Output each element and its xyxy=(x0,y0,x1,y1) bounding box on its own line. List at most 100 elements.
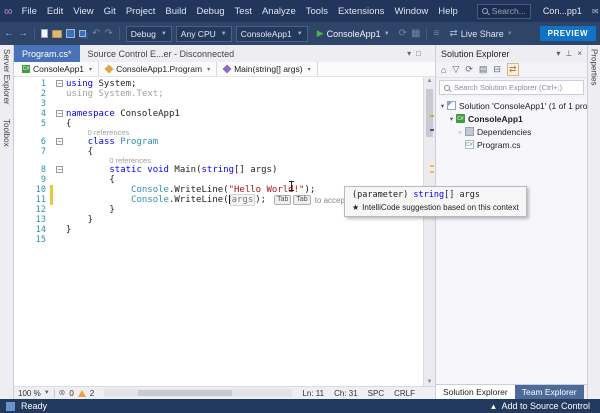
menu-test[interactable]: Test xyxy=(230,6,257,17)
back-icon[interactable]: ← xyxy=(4,29,14,39)
chevron-expanded-icon[interactable]: ▾ xyxy=(447,115,456,123)
code-line[interactable]: 5{ xyxy=(14,119,435,129)
code-line[interactable]: 14} xyxy=(14,225,435,235)
background-tasks-icon[interactable] xyxy=(6,402,15,411)
tree-item-program-cs[interactable]: C#Program.cs xyxy=(436,138,587,151)
save-all-icon[interactable] xyxy=(79,30,86,37)
breadcrumb-class[interactable]: ConsoleApp1.Program▾ xyxy=(99,62,217,76)
tree-item-dependencies[interactable]: ▹Dependencies xyxy=(436,125,587,138)
filter-icon[interactable]: ▽ xyxy=(452,64,459,75)
code-line[interactable]: 8– static void Main(string[] args) xyxy=(14,165,435,175)
tab-team-explorer[interactable]: Team Explorer xyxy=(515,385,584,399)
codelens-row[interactable]: 0 references xyxy=(14,129,435,137)
document-dropdown-icon[interactable]: ▾ xyxy=(407,49,411,58)
menu-tools[interactable]: Tools xyxy=(301,6,333,17)
eol-indicator[interactable]: CRLF xyxy=(394,389,415,398)
tab-source-control-explorer[interactable]: Source Control E...er - Disconnected xyxy=(80,45,243,62)
scrollbar-thumb[interactable] xyxy=(138,390,232,396)
code-line[interactable]: 1–using System; xyxy=(14,79,435,89)
quick-search-box[interactable]: Search... xyxy=(477,4,531,19)
scroll-up-icon[interactable]: ▲ xyxy=(424,78,435,84)
menu-build[interactable]: Build xyxy=(160,6,191,17)
tree-item-solution-consoleapp1-1-of-1-project[interactable]: ▾Solution 'ConsoleApp1' (1 of 1 project) xyxy=(436,99,587,112)
code-line[interactable]: 2using System.Text; xyxy=(14,89,435,99)
code-lines: 1–using System;2using System.Text;34–nam… xyxy=(14,79,435,245)
new-file-icon[interactable] xyxy=(41,29,48,38)
configuration-combo[interactable]: Debug▼ xyxy=(126,26,172,42)
code-editor[interactable]: 1–using System;2using System.Text;34–nam… xyxy=(14,77,435,386)
start-debugging-button[interactable]: ▶ ConsoleApp1 ▼ xyxy=(312,25,395,43)
sync-with-active-document-icon[interactable]: ⇄ xyxy=(507,63,519,76)
add-to-source-control[interactable]: ▲ Add to Source Control xyxy=(490,401,594,411)
collapse-toggle-icon[interactable]: – xyxy=(56,138,63,145)
menu-debug[interactable]: Debug xyxy=(192,6,230,17)
scroll-down-icon[interactable]: ▼ xyxy=(424,379,435,385)
solution-search-box[interactable]: Search Solution Explorer (Ctrl+;) xyxy=(439,80,584,95)
undo-icon[interactable]: ↶ xyxy=(92,29,100,39)
solution-explorer-header[interactable]: Solution Explorer ▾⊥× xyxy=(436,45,587,62)
live-share-label: Live Share xyxy=(461,29,504,39)
menu-bar: FileEditViewGitProjectBuildDebugTestAnal… xyxy=(17,6,463,17)
menu-git[interactable]: Git xyxy=(99,6,121,17)
redo-icon[interactable]: ↷ xyxy=(104,29,112,39)
save-icon[interactable] xyxy=(66,29,75,38)
close-icon[interactable]: × xyxy=(577,49,582,58)
tree-item-label: Program.cs xyxy=(477,140,520,150)
startup-project-combo[interactable]: ConsoleApp1▼ xyxy=(236,26,308,42)
menu-view[interactable]: View xyxy=(68,6,98,17)
tool-tab-properties[interactable]: Properties xyxy=(590,49,599,85)
zoom-control[interactable]: 100 % ▼ xyxy=(18,389,50,398)
vertical-scrollbar[interactable]: ▲ ▼ xyxy=(423,77,435,386)
menu-edit[interactable]: Edit xyxy=(42,6,68,17)
warnings-icon[interactable] xyxy=(78,390,86,397)
collapse-all-icon[interactable]: ⊟ xyxy=(493,64,501,75)
code-line[interactable]: 9 { xyxy=(14,175,435,185)
tool-tab-toolbox[interactable]: Toolbox xyxy=(2,119,11,147)
menu-extensions[interactable]: Extensions xyxy=(333,6,389,17)
code-line[interactable]: 3 xyxy=(14,99,435,109)
chevron-down-icon: ▾ xyxy=(308,66,311,73)
code-line[interactable]: 4–namespace ConsoleApp1 xyxy=(14,109,435,119)
collapse-toggle-icon[interactable]: – xyxy=(56,166,63,173)
platform-combo[interactable]: Any CPU▼ xyxy=(176,26,232,42)
search-icon xyxy=(444,85,450,91)
tab-solution-explorer[interactable]: Solution Explorer xyxy=(436,385,515,399)
home-icon[interactable]: ⌂ xyxy=(441,65,446,75)
pin-icon[interactable]: ⊥ xyxy=(565,49,572,58)
codelens-row[interactable]: 0 references xyxy=(14,157,435,165)
code-line[interactable]: 6– class Program xyxy=(14,137,435,147)
collapse-toggle-icon[interactable]: – xyxy=(56,110,63,117)
preview-button[interactable]: PREVIEW xyxy=(540,26,596,41)
collapse-toggle-icon[interactable]: – xyxy=(56,80,63,87)
tab-program-cs[interactable]: Program.cs* xyxy=(14,45,80,62)
breadcrumb-method[interactable]: Main(string[] args)▾ xyxy=(217,62,318,76)
forward-icon[interactable]: → xyxy=(18,29,28,39)
show-all-files-icon[interactable]: ▤ xyxy=(479,64,488,75)
menu-file[interactable]: File xyxy=(17,6,42,17)
break-all-icon[interactable]: ▦ xyxy=(411,29,420,39)
window-menu-icon[interactable]: ▾ xyxy=(556,49,560,58)
menu-project[interactable]: Project xyxy=(121,6,161,17)
menu-analyze[interactable]: Analyze xyxy=(257,6,301,17)
open-folder-icon[interactable] xyxy=(52,30,62,38)
tool-tab-server-explorer[interactable]: Server Explorer xyxy=(2,49,11,105)
tree-item-consoleapp1[interactable]: ▾C#ConsoleApp1 xyxy=(436,112,587,125)
horizontal-scrollbar[interactable] xyxy=(104,389,292,397)
errors-icon[interactable]: ⊗ xyxy=(59,389,66,397)
hot-reload-icon[interactable]: ⟳ xyxy=(399,29,407,39)
tree-item-label: ConsoleApp1 xyxy=(468,114,523,124)
refresh-icon[interactable]: ⟳ xyxy=(465,64,473,75)
indent-indicator[interactable]: SPC xyxy=(368,389,384,398)
find-in-files-icon[interactable]: ≡ xyxy=(433,29,439,39)
menu-help[interactable]: Help xyxy=(433,6,463,17)
code-line[interactable]: 15 xyxy=(14,235,435,245)
live-share-button[interactable]: ⇄ Live Share ▼ xyxy=(449,29,512,39)
code-line[interactable]: 7 { xyxy=(14,147,435,157)
float-window-icon[interactable]: □ xyxy=(416,49,421,58)
chevron-collapsed-icon[interactable]: ▹ xyxy=(456,128,465,136)
status-message: Ready xyxy=(21,401,47,411)
feedback-icon[interactable]: ✉ xyxy=(592,7,599,16)
chevron-expanded-icon[interactable]: ▾ xyxy=(438,102,447,110)
menu-window[interactable]: Window xyxy=(389,6,433,17)
breadcrumb-project[interactable]: C#ConsoleApp1▾ xyxy=(16,62,99,76)
